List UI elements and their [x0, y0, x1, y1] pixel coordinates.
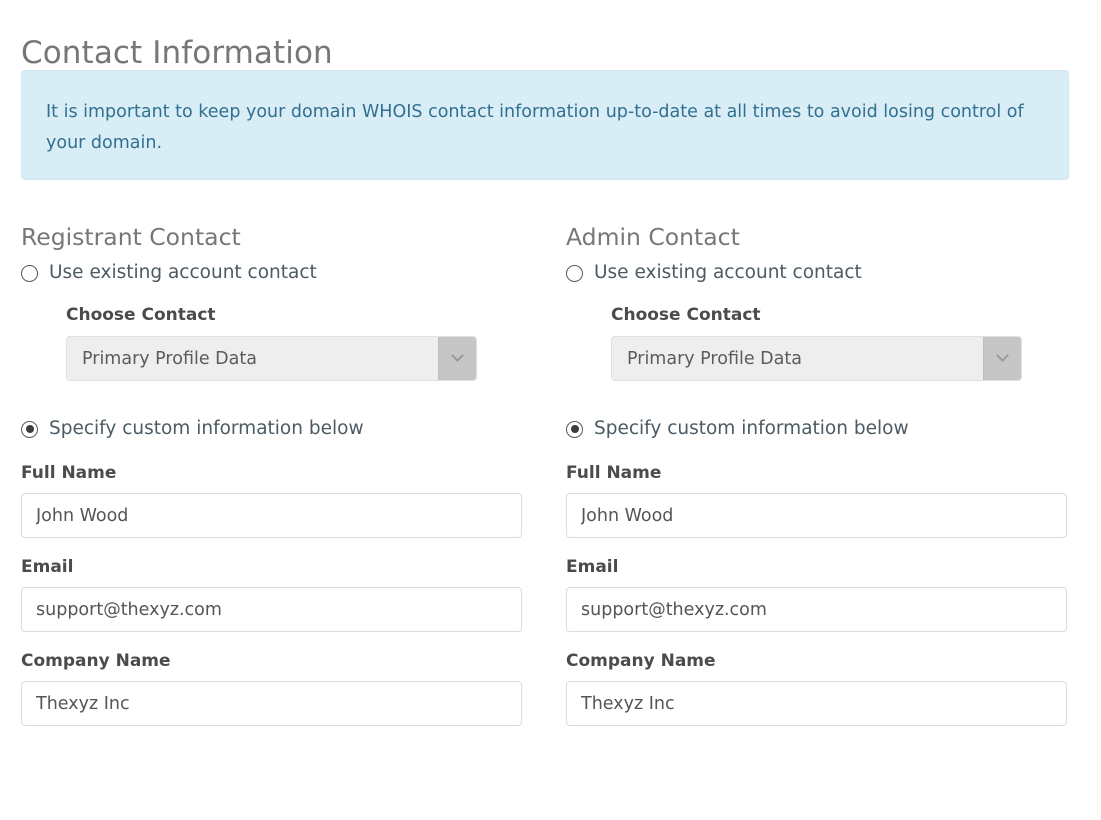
admin-use-custom-label: Specify custom information below: [594, 418, 909, 439]
registrant-use-custom-label: Specify custom information below: [49, 418, 364, 439]
admin-choose-contact-value: Primary Profile Data: [627, 348, 802, 369]
whois-info-alert: It is important to keep your domain WHOI…: [21, 70, 1069, 180]
registrant-full-name-input[interactable]: [21, 493, 522, 538]
registrant-email-group: Email: [21, 556, 522, 632]
registrant-full-name-group: Full Name: [21, 462, 522, 538]
admin-full-name-label: Full Name: [566, 463, 662, 483]
registrant-company-name-input[interactable]: [21, 681, 522, 726]
registrant-email-input[interactable]: [21, 587, 522, 632]
admin-custom-block: Specify custom information below Full Na…: [566, 414, 1068, 726]
admin-choose-contact-label: Choose Contact: [611, 305, 761, 325]
admin-full-name-input[interactable]: [566, 493, 1067, 538]
admin-email-input[interactable]: [566, 587, 1067, 632]
admin-company-name-group: Company Name: [566, 650, 1068, 726]
registrant-company-name-label: Company Name: [21, 651, 171, 671]
registrant-full-name-label: Full Name: [21, 463, 117, 483]
registrant-choose-contact-value: Primary Profile Data: [82, 348, 257, 369]
chevron-down-icon[interactable]: [438, 337, 476, 380]
admin-company-name-input[interactable]: [566, 681, 1067, 726]
registrant-contact-heading: Registrant Contact: [21, 223, 241, 251]
admin-use-existing-radio-row[interactable]: Use existing account contact: [566, 258, 1068, 288]
admin-use-existing-label: Use existing account contact: [594, 262, 862, 283]
alert-message: It is important to keep your domain WHOI…: [46, 102, 1024, 153]
registrant-company-name-group: Company Name: [21, 650, 522, 726]
admin-full-name-group: Full Name: [566, 462, 1068, 538]
registrant-email-label: Email: [21, 557, 74, 577]
admin-choose-contact-select[interactable]: Primary Profile Data: [611, 336, 1022, 381]
registrant-custom-block: Specify custom information below Full Na…: [21, 414, 522, 726]
registrant-choose-contact-select[interactable]: Primary Profile Data: [66, 336, 477, 381]
admin-company-name-label: Company Name: [566, 651, 716, 671]
radio-checked-icon[interactable]: [566, 420, 583, 438]
page-title: Contact Information: [21, 34, 333, 71]
admin-use-custom-radio-row[interactable]: Specify custom information below: [566, 414, 1068, 444]
registrant-use-existing-radio-row[interactable]: Use existing account contact: [21, 258, 522, 288]
radio-unchecked-icon[interactable]: [21, 264, 38, 282]
admin-choose-contact-group: Choose Contact Primary Profile Data: [611, 304, 1068, 381]
admin-contact-heading: Admin Contact: [566, 223, 740, 251]
chevron-down-icon[interactable]: [983, 337, 1021, 380]
registrant-use-custom-radio-row[interactable]: Specify custom information below: [21, 414, 522, 444]
registrant-choose-contact-label: Choose Contact: [66, 305, 216, 325]
admin-email-label: Email: [566, 557, 619, 577]
contact-information-page: Contact Information It is important to k…: [0, 0, 1101, 820]
admin-contact-column: Admin Contact Use existing account conta…: [566, 222, 1068, 726]
radio-unchecked-icon[interactable]: [566, 264, 583, 282]
registrant-contact-column: Registrant Contact Use existing account …: [21, 222, 522, 726]
admin-email-group: Email: [566, 556, 1068, 632]
radio-checked-icon[interactable]: [21, 420, 38, 438]
registrant-choose-contact-group: Choose Contact Primary Profile Data: [66, 304, 522, 381]
registrant-use-existing-label: Use existing account contact: [49, 262, 317, 283]
